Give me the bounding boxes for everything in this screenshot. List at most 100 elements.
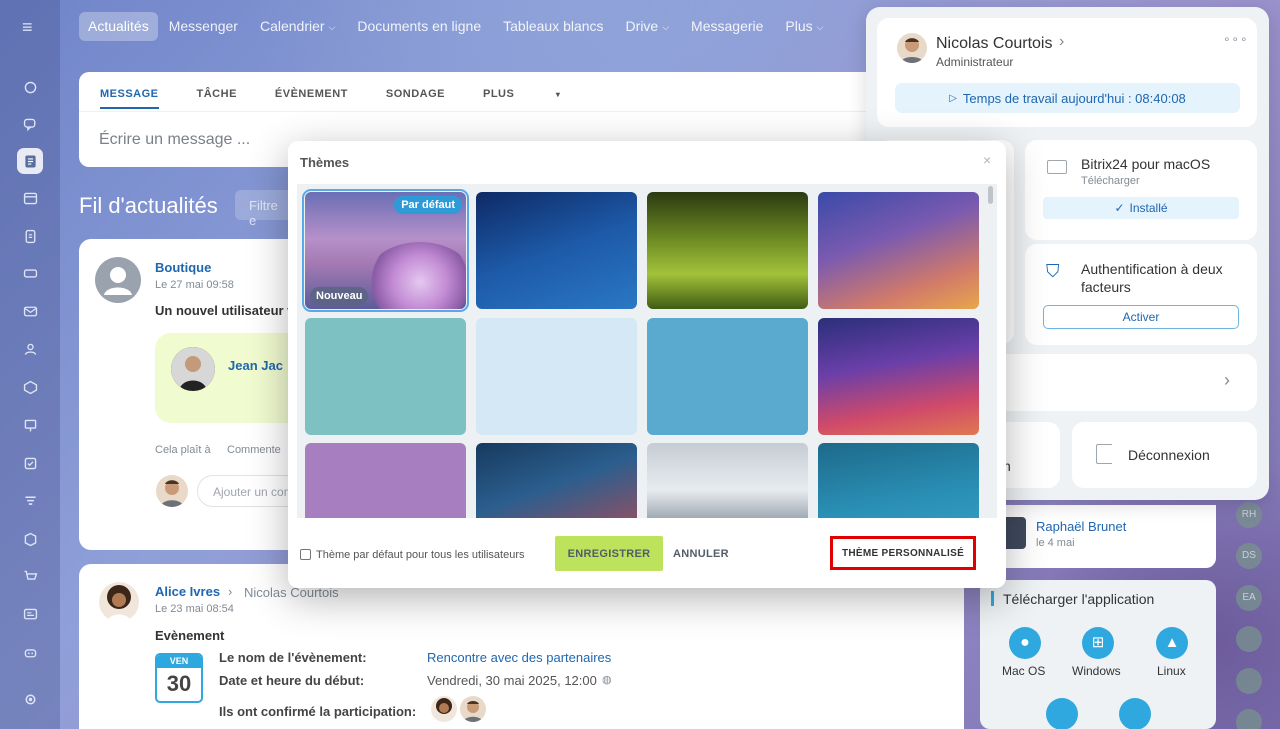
theme-thumb[interactable]: [647, 192, 808, 309]
ios-icon[interactable]: [1046, 698, 1078, 729]
post-date: Le 27 mai 09:58: [155, 279, 234, 291]
tab-label: Tableaux blancs: [503, 18, 604, 34]
theme-thumb[interactable]: [818, 443, 979, 518]
linux-icon[interactable]: ▲: [1156, 627, 1188, 659]
robot-icon[interactable]: [17, 639, 43, 665]
avatar[interactable]: [99, 582, 139, 622]
tab-tableaux[interactable]: Tableaux blancs: [492, 12, 614, 41]
feed-filter-input[interactable]: Filtre e: [235, 190, 295, 228]
avatar[interactable]: [171, 347, 215, 391]
windows-icon[interactable]: ⊞: [1082, 627, 1114, 659]
installed-button[interactable]: ✓ Installé: [1043, 197, 1239, 219]
crm-icon[interactable]: [17, 374, 43, 400]
comment-link[interactable]: Commente: [227, 444, 281, 456]
new-badge: Nouveau: [310, 287, 369, 305]
theme-thumb[interactable]: [818, 192, 979, 309]
mail-icon[interactable]: [17, 298, 43, 324]
card-icon[interactable]: [1236, 668, 1262, 694]
tab-drive[interactable]: Drive ⌵: [615, 12, 681, 41]
theme-thumb[interactable]: [476, 318, 637, 435]
avatar[interactable]: [460, 696, 486, 722]
apple-icon[interactable]: ●: [1009, 627, 1041, 659]
avatar[interactable]: [897, 33, 927, 63]
confirmed-label: Ils ont confirmé la participation:: [219, 704, 417, 719]
like-link[interactable]: Cela plaît à: [155, 444, 211, 456]
post-author[interactable]: Alice Ivres: [155, 584, 220, 599]
theme-thumb[interactable]: [305, 443, 466, 518]
avatar[interactable]: [156, 475, 188, 507]
theme-thumb[interactable]: [818, 318, 979, 435]
theme-thumb[interactable]: [476, 443, 637, 518]
settings-icon[interactable]: [17, 686, 43, 712]
feed-title: Fil d'actualités: [79, 193, 218, 218]
tab-messenger[interactable]: Messenger: [158, 12, 249, 41]
user-name[interactable]: Raphaël Brunet: [1036, 519, 1126, 534]
app-label[interactable]: Linux: [1157, 664, 1186, 678]
theme-thumb[interactable]: [476, 192, 637, 309]
tab-messagerie[interactable]: Messagerie: [680, 12, 774, 41]
theme-thumb[interactable]: [647, 318, 808, 435]
filter-icon[interactable]: [17, 488, 43, 514]
user-date: le 4 mai: [1036, 537, 1075, 549]
composer-tab-poll[interactable]: SONDAGE: [386, 88, 445, 109]
message-input[interactable]: Écrire un message ...: [99, 131, 250, 149]
tab-actualites[interactable]: Actualités: [79, 12, 158, 41]
composer-tab-message[interactable]: MESSAGE: [100, 88, 159, 109]
composer-tab-more[interactable]: PLUS ▾: [483, 88, 598, 109]
document-icon[interactable]: [17, 223, 43, 249]
avatar[interactable]: [431, 696, 457, 722]
composer-tab-event[interactable]: ÉVÈNEMENT: [275, 88, 348, 109]
bookmark-icon[interactable]: [1236, 626, 1262, 652]
avatar[interactable]: DS: [1236, 543, 1262, 569]
save-button[interactable]: ENREGISTRER: [555, 536, 663, 571]
cart-icon[interactable]: [17, 563, 43, 589]
task-icon[interactable]: [1236, 709, 1262, 729]
feed-icon[interactable]: [17, 148, 43, 174]
profile-name[interactable]: Nicolas Courtois: [936, 35, 1052, 53]
cancel-button[interactable]: ANNULER: [673, 536, 729, 571]
pulse-icon[interactable]: [17, 74, 43, 100]
avatar[interactable]: [95, 257, 141, 303]
calendar-icon[interactable]: [17, 185, 43, 211]
package-icon[interactable]: [17, 526, 43, 552]
macos-download-link[interactable]: Télécharger: [1081, 175, 1140, 187]
tab-plus[interactable]: Plus ⌵: [774, 12, 834, 41]
activate-button[interactable]: Activer: [1043, 305, 1239, 329]
theme-thumb[interactable]: [305, 318, 466, 435]
board-icon[interactable]: [17, 412, 43, 438]
logout-button[interactable]: Déconnexion: [1072, 422, 1257, 488]
calendar-day: 30: [166, 671, 192, 696]
flowers-decoration: [365, 242, 466, 309]
app-label[interactable]: Mac OS: [1002, 664, 1045, 678]
chevron-right-icon: ›: [1059, 33, 1065, 50]
event-name-link[interactable]: Rencontre avec des partenaires: [427, 650, 611, 665]
tasks-icon[interactable]: [17, 450, 43, 476]
menu-icon[interactable]: ≡: [22, 18, 33, 36]
post-author[interactable]: Boutique: [155, 260, 211, 275]
profile-card: Nicolas Courtois › Administrateur ∘∘∘ ▷ T…: [877, 18, 1257, 127]
chevron-down-icon: ⌵: [662, 21, 670, 32]
post-text: Un nouvel utilisateur v: [155, 303, 295, 318]
chat-icon[interactable]: [17, 111, 43, 137]
composer-tab-task[interactable]: TÂCHE: [197, 88, 237, 109]
mention-name[interactable]: Jean Jac: [228, 358, 283, 373]
sites-icon[interactable]: [17, 601, 43, 627]
worktime-button[interactable]: ▷ Temps de travail aujourd'hui : 08:40:08: [895, 83, 1240, 113]
avatar[interactable]: RH: [1236, 502, 1262, 528]
tab-calendrier[interactable]: Calendrier ⌵: [249, 12, 346, 41]
app-label[interactable]: Windows: [1072, 664, 1121, 678]
default-theme-checkbox[interactable]: [300, 549, 311, 560]
drive-icon[interactable]: [17, 260, 43, 286]
tab-documents[interactable]: Documents en ligne: [346, 12, 492, 41]
close-icon[interactable]: ×: [983, 152, 991, 168]
android-icon[interactable]: [1119, 698, 1151, 729]
scrollbar[interactable]: [988, 186, 993, 204]
theme-thumb[interactable]: [647, 443, 808, 518]
tab-label: Messenger: [168, 18, 238, 34]
more-icon[interactable]: ∘∘∘: [1223, 32, 1249, 46]
modal-title: Thèmes: [300, 155, 350, 170]
theme-thumb-default[interactable]: Par défaut Nouveau: [302, 189, 469, 312]
custom-theme-button[interactable]: THÈME PERSONNALISÉ: [830, 536, 976, 570]
avatar[interactable]: EA: [1236, 585, 1262, 611]
contacts-icon[interactable]: [17, 336, 43, 362]
